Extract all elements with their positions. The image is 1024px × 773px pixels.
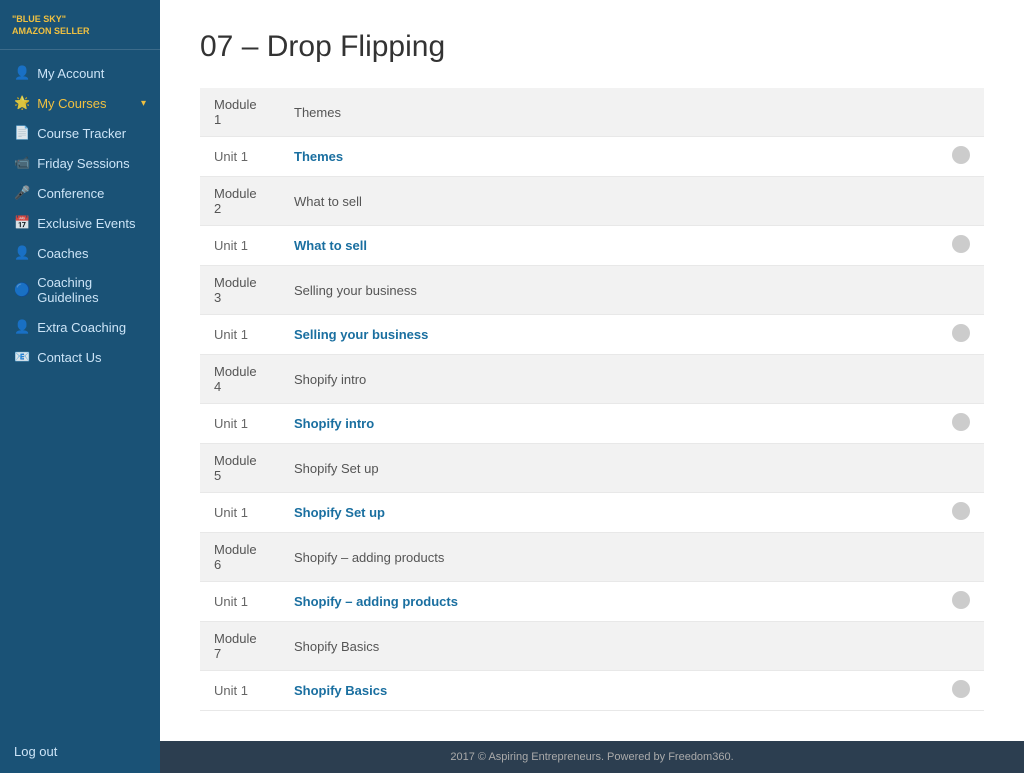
guidelines-icon: 🔵 bbox=[14, 282, 30, 298]
sidebar-item-my-courses[interactable]: 🌟 My Courses ▾ bbox=[0, 88, 160, 118]
sidebar-item-contact-us[interactable]: 📧 Contact Us bbox=[0, 342, 160, 372]
sidebar-item-my-account[interactable]: 👤 My Account bbox=[0, 58, 160, 88]
table-row: Unit 1 Shopify Set up bbox=[200, 493, 984, 533]
table-row: Unit 1 Themes bbox=[200, 137, 984, 177]
table-row: Unit 1 Selling your business bbox=[200, 315, 984, 355]
module-label: Module 4 bbox=[200, 355, 280, 404]
page-footer: 2017 © Aspiring Entrepreneurs. Powered b… bbox=[160, 741, 1024, 773]
unit-link[interactable]: Shopify intro bbox=[294, 416, 374, 431]
account-icon: 👤 bbox=[14, 65, 30, 81]
table-row: Module 7 Shopify Basics bbox=[200, 622, 984, 671]
sidebar-item-label: Friday Sessions bbox=[37, 156, 129, 171]
courses-icon: 🌟 bbox=[14, 95, 30, 111]
module-label: Module 7 bbox=[200, 622, 280, 671]
table-row: Unit 1 Shopify – adding products bbox=[200, 582, 984, 622]
sidebar-item-label: Conference bbox=[37, 186, 104, 201]
course-table: Module 1 Themes Unit 1 Themes Module 2 W… bbox=[200, 88, 984, 711]
table-row: Module 6 Shopify – adding products bbox=[200, 533, 984, 582]
unit-link[interactable]: Themes bbox=[294, 149, 343, 164]
module-label: Module 3 bbox=[200, 266, 280, 315]
sidebar-logo: "BLUE SKY" AMAZON SELLER bbox=[0, 0, 160, 50]
status-circle bbox=[952, 146, 970, 164]
unit-label: Unit 1 bbox=[200, 493, 280, 533]
table-row: Module 4 Shopify intro bbox=[200, 355, 984, 404]
sidebar-item-coaching-guidelines[interactable]: 🔵 Coaching Guidelines bbox=[0, 268, 160, 312]
sidebar-item-label: Contact Us bbox=[37, 350, 101, 365]
module-label: Module 6 bbox=[200, 533, 280, 582]
table-row: Module 2 What to sell bbox=[200, 177, 984, 226]
unit-link[interactable]: Shopify – adding products bbox=[294, 594, 458, 609]
table-row: Module 3 Selling your business bbox=[200, 266, 984, 315]
status-circle bbox=[952, 235, 970, 253]
sidebar-item-label: Coaching Guidelines bbox=[37, 275, 146, 305]
unit-label: Unit 1 bbox=[200, 671, 280, 711]
course-table-body: Module 1 Themes Unit 1 Themes Module 2 W… bbox=[200, 88, 984, 711]
sidebar-item-course-tracker[interactable]: 📄 Course Tracker bbox=[0, 118, 160, 148]
unit-link[interactable]: What to sell bbox=[294, 238, 367, 253]
unit-label: Unit 1 bbox=[200, 226, 280, 266]
sessions-icon: 📹 bbox=[14, 155, 30, 171]
status-circle bbox=[952, 413, 970, 431]
logout-label: Log out bbox=[14, 744, 57, 759]
module-label: Module 1 bbox=[200, 88, 280, 137]
logo-line2: AMAZON SELLER bbox=[12, 26, 90, 36]
sidebar-item-extra-coaching[interactable]: 👤 Extra Coaching bbox=[0, 312, 160, 342]
logout-button[interactable]: Log out bbox=[0, 737, 160, 773]
module-name: Selling your business bbox=[280, 266, 938, 315]
table-row: Unit 1 Shopify Basics bbox=[200, 671, 984, 711]
unit-label: Unit 1 bbox=[200, 582, 280, 622]
sidebar-item-label: My Courses bbox=[37, 96, 106, 111]
table-row: Module 5 Shopify Set up bbox=[200, 444, 984, 493]
coaches-icon: 👤 bbox=[14, 245, 30, 261]
footer-text: 2017 © Aspiring Entrepreneurs. Powered b… bbox=[450, 751, 733, 763]
main-content: 07 – Drop Flipping Module 1 Themes Unit … bbox=[160, 0, 1024, 741]
page-title: 07 – Drop Flipping bbox=[200, 30, 984, 64]
table-row: Unit 1 What to sell bbox=[200, 226, 984, 266]
conference-icon: 🎤 bbox=[14, 185, 30, 201]
module-name: Shopify intro bbox=[280, 355, 938, 404]
content-area: 07 – Drop Flipping Module 1 Themes Unit … bbox=[160, 0, 1024, 773]
sidebar-nav: 👤 My Account 🌟 My Courses ▾ 📄 Course Tra… bbox=[0, 50, 160, 737]
status-circle bbox=[952, 680, 970, 698]
tracker-icon: 📄 bbox=[14, 125, 30, 141]
module-label: Module 2 bbox=[200, 177, 280, 226]
sidebar-item-label: My Account bbox=[37, 66, 104, 81]
sidebar-item-friday-sessions[interactable]: 📹 Friday Sessions bbox=[0, 148, 160, 178]
module-name: Shopify Basics bbox=[280, 622, 938, 671]
sidebar-item-label: Extra Coaching bbox=[37, 320, 126, 335]
module-name: Shopify Set up bbox=[280, 444, 938, 493]
chevron-down-icon: ▾ bbox=[141, 98, 146, 109]
table-row: Module 1 Themes bbox=[200, 88, 984, 137]
sidebar-item-exclusive-events[interactable]: 📅 Exclusive Events bbox=[0, 208, 160, 238]
events-icon: 📅 bbox=[14, 215, 30, 231]
unit-label: Unit 1 bbox=[200, 137, 280, 177]
sidebar-item-label: Coaches bbox=[37, 246, 88, 261]
table-row: Unit 1 Shopify intro bbox=[200, 404, 984, 444]
logo-text: "BLUE SKY" AMAZON SELLER bbox=[12, 14, 148, 37]
status-circle bbox=[952, 591, 970, 609]
app-layout: "BLUE SKY" AMAZON SELLER 👤 My Account 🌟 … bbox=[0, 0, 1024, 773]
unit-link[interactable]: Shopify Set up bbox=[294, 505, 385, 520]
module-name: Themes bbox=[280, 88, 938, 137]
unit-label: Unit 1 bbox=[200, 404, 280, 444]
sidebar-item-conference[interactable]: 🎤 Conference bbox=[0, 178, 160, 208]
contact-icon: 📧 bbox=[14, 349, 30, 365]
sidebar-item-label: Exclusive Events bbox=[37, 216, 135, 231]
extra-coaching-icon: 👤 bbox=[14, 319, 30, 335]
unit-label: Unit 1 bbox=[200, 315, 280, 355]
module-name: What to sell bbox=[280, 177, 938, 226]
logo-line1: "BLUE SKY" bbox=[12, 14, 66, 24]
module-name: Shopify – adding products bbox=[280, 533, 938, 582]
sidebar-item-label: Course Tracker bbox=[37, 126, 126, 141]
unit-link[interactable]: Shopify Basics bbox=[294, 683, 387, 698]
module-label: Module 5 bbox=[200, 444, 280, 493]
sidebar: "BLUE SKY" AMAZON SELLER 👤 My Account 🌟 … bbox=[0, 0, 160, 773]
status-circle bbox=[952, 324, 970, 342]
sidebar-item-coaches[interactable]: 👤 Coaches bbox=[0, 238, 160, 268]
unit-link[interactable]: Selling your business bbox=[294, 327, 428, 342]
status-circle bbox=[952, 502, 970, 520]
